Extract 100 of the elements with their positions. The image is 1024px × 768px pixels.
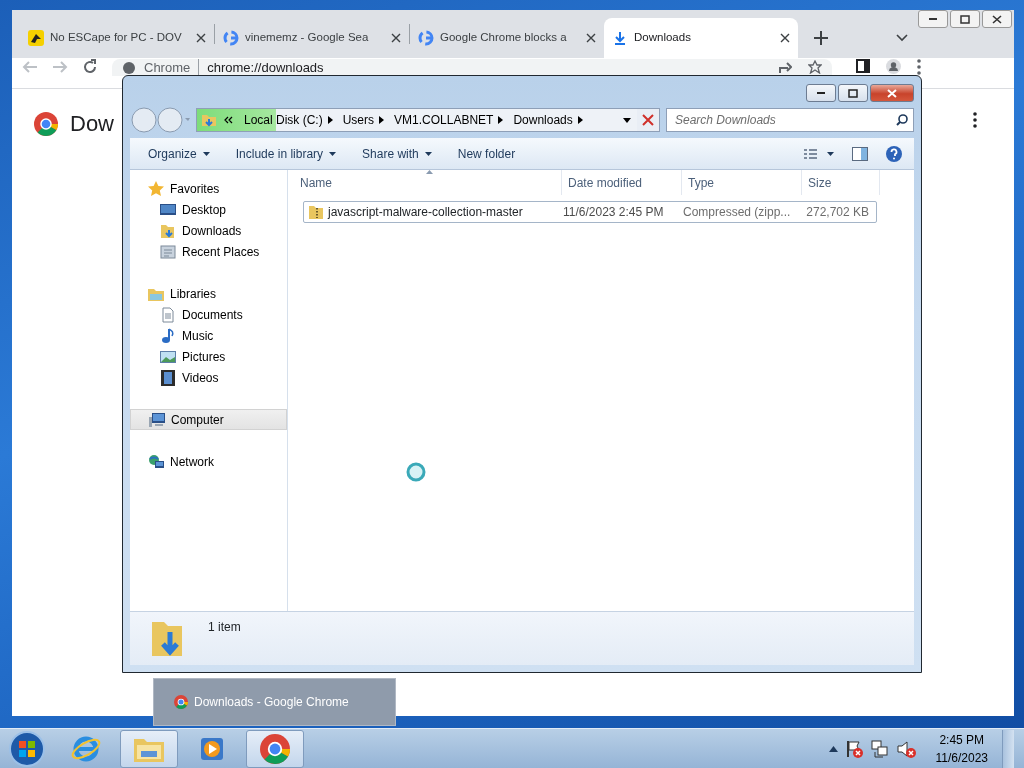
up-arrow-icon[interactable]: [828, 745, 838, 752]
nav-item[interactable]: Recent Places: [130, 241, 287, 262]
nav-item[interactable]: Computer: [130, 409, 287, 430]
minimize-button[interactable]: [806, 84, 836, 102]
taskbar-button[interactable]: [246, 729, 304, 768]
download-icon: [612, 30, 628, 46]
dropdown-arrow-icon[interactable]: [623, 117, 631, 123]
profile-icon[interactable]: [886, 59, 901, 74]
nav-item[interactable]: Favorites: [130, 178, 287, 199]
nav-item[interactable]: Desktop: [130, 199, 287, 220]
view-options-icon[interactable]: [804, 147, 834, 160]
search-field[interactable]: Search Downloads: [666, 108, 914, 132]
close-icon[interactable]: [586, 33, 596, 43]
close-icon[interactable]: [780, 33, 790, 43]
table-cell-text: 11/6/2023 2:45 PM: [562, 204, 665, 221]
reload-icon[interactable]: [82, 59, 98, 75]
browser-tab[interactable]: No ESCape for PC - DOV: [20, 18, 214, 58]
new-tab-icon[interactable]: [814, 31, 828, 45]
close-icon: [992, 14, 1002, 24]
item-count: 1 item: [208, 619, 241, 636]
toolbar-button[interactable]: Organize: [136, 141, 222, 166]
nav-item[interactable]: Downloads: [130, 220, 287, 241]
toolbar-button[interactable]: Include in library: [223, 141, 349, 166]
star-icon[interactable]: [808, 59, 822, 74]
close-icon: [887, 88, 897, 98]
clock[interactable]: 2:45 PM 11/6/2023: [935, 730, 988, 767]
kebab-menu-icon[interactable]: [917, 59, 921, 75]
chevron-right-icon[interactable]: [498, 116, 504, 124]
side-panel-icon[interactable]: [856, 59, 870, 73]
browser-logo-icon: [260, 733, 290, 764]
nav-item[interactable]: Pictures: [130, 346, 287, 367]
browser-tab[interactable]: Google Chrome blocks a: [410, 18, 604, 58]
close-button[interactable]: [982, 10, 1012, 28]
table-cell-text: 272,702 KB: [805, 204, 869, 221]
folder-icon: [160, 222, 176, 239]
caret-icon: [329, 151, 337, 156]
busy-cursor-icon: [406, 462, 426, 482]
caret-icon: [202, 151, 210, 156]
address-bar[interactable]: Local Disk (C:) Users VM1.COLLABNET Downloads: [196, 108, 660, 132]
column-header[interactable]: Size: [802, 170, 880, 195]
taskbar-button[interactable]: [120, 729, 178, 768]
chevron-down-icon[interactable]: [896, 34, 908, 42]
document-icon: [160, 306, 176, 323]
breadcrumb-item[interactable]: Local Disk (C:): [239, 111, 338, 129]
file-row[interactable]: javascript-malware-collection-master 11/6/2023 2:45 PM Compressed (zipp... 272,702 KB: [303, 201, 877, 223]
chevron-right-icon[interactable]: [379, 116, 385, 124]
close-icon[interactable]: [391, 33, 401, 43]
window-title: Downloads - Google Chrome: [194, 694, 349, 711]
breadcrumb-item[interactable]: Users: [337, 111, 390, 129]
search-icon: [896, 114, 908, 126]
share-icon[interactable]: [778, 59, 792, 74]
toolbar-button[interactable]: New folder: [445, 141, 528, 166]
breadcrumb-item[interactable]: Downloads: [508, 111, 588, 129]
close-button[interactable]: [870, 84, 914, 102]
sort-arrow-icon: [426, 170, 433, 174]
table-cell-text: javascript-malware-collection-master: [328, 204, 523, 221]
network-icon: [148, 453, 164, 470]
browser-tab[interactable]: Downloads: [604, 18, 798, 58]
table-cell-text: Compressed (zipp...: [682, 204, 792, 221]
column-header[interactable]: Type: [682, 170, 802, 195]
start-button[interactable]: [7, 728, 47, 768]
nav-item[interactable]: Libraries: [130, 283, 287, 304]
computer-icon: [149, 411, 165, 428]
film-strip-icon: [160, 369, 176, 386]
browser-logo-icon: [174, 695, 188, 709]
browser-logo-icon: [34, 111, 58, 136]
maximize-icon: [848, 88, 858, 98]
chevron-right-icon[interactable]: [327, 116, 333, 124]
toolbar-button[interactable]: Share with: [350, 141, 444, 166]
network-icon[interactable]: [869, 738, 890, 759]
maximize-button[interactable]: [950, 10, 980, 28]
breadcrumb-item[interactable]: VM1.COLLABNET: [389, 111, 509, 129]
recent-places-icon: [160, 243, 176, 260]
monitor-icon: [160, 201, 176, 218]
minimize-button[interactable]: [918, 10, 948, 28]
play-icon: [199, 735, 225, 762]
browser-tab[interactable]: vinememz - Google Sea: [215, 18, 409, 58]
minimize-icon: [817, 92, 825, 94]
close-icon[interactable]: [196, 33, 206, 43]
kebab-menu-icon[interactable]: [973, 112, 977, 128]
minimize-icon: [929, 18, 937, 20]
help-icon[interactable]: [886, 145, 902, 162]
nav-item[interactable]: Network: [130, 451, 287, 472]
star-icon: [148, 180, 164, 197]
nav-item[interactable]: Videos: [130, 367, 287, 388]
zip-folder-icon: [308, 204, 324, 220]
nav-item[interactable]: Documents: [130, 304, 287, 325]
url-text: chrome://downloads: [207, 60, 324, 75]
nav-item[interactable]: Music: [130, 325, 287, 346]
music-note-icon: [160, 327, 176, 344]
folder-icon: [201, 112, 217, 128]
preview-pane-icon[interactable]: [852, 146, 868, 161]
picture-icon: [160, 348, 176, 365]
maximize-icon: [960, 14, 970, 24]
chevron-right-icon[interactable]: [577, 116, 583, 124]
speaker-muted-icon[interactable]: [895, 738, 916, 759]
page-title: Dow: [70, 110, 114, 138]
overflow-chevrons-icon[interactable]: [223, 116, 233, 124]
maximize-button[interactable]: [838, 84, 868, 102]
column-header[interactable]: Date modified: [562, 170, 682, 195]
